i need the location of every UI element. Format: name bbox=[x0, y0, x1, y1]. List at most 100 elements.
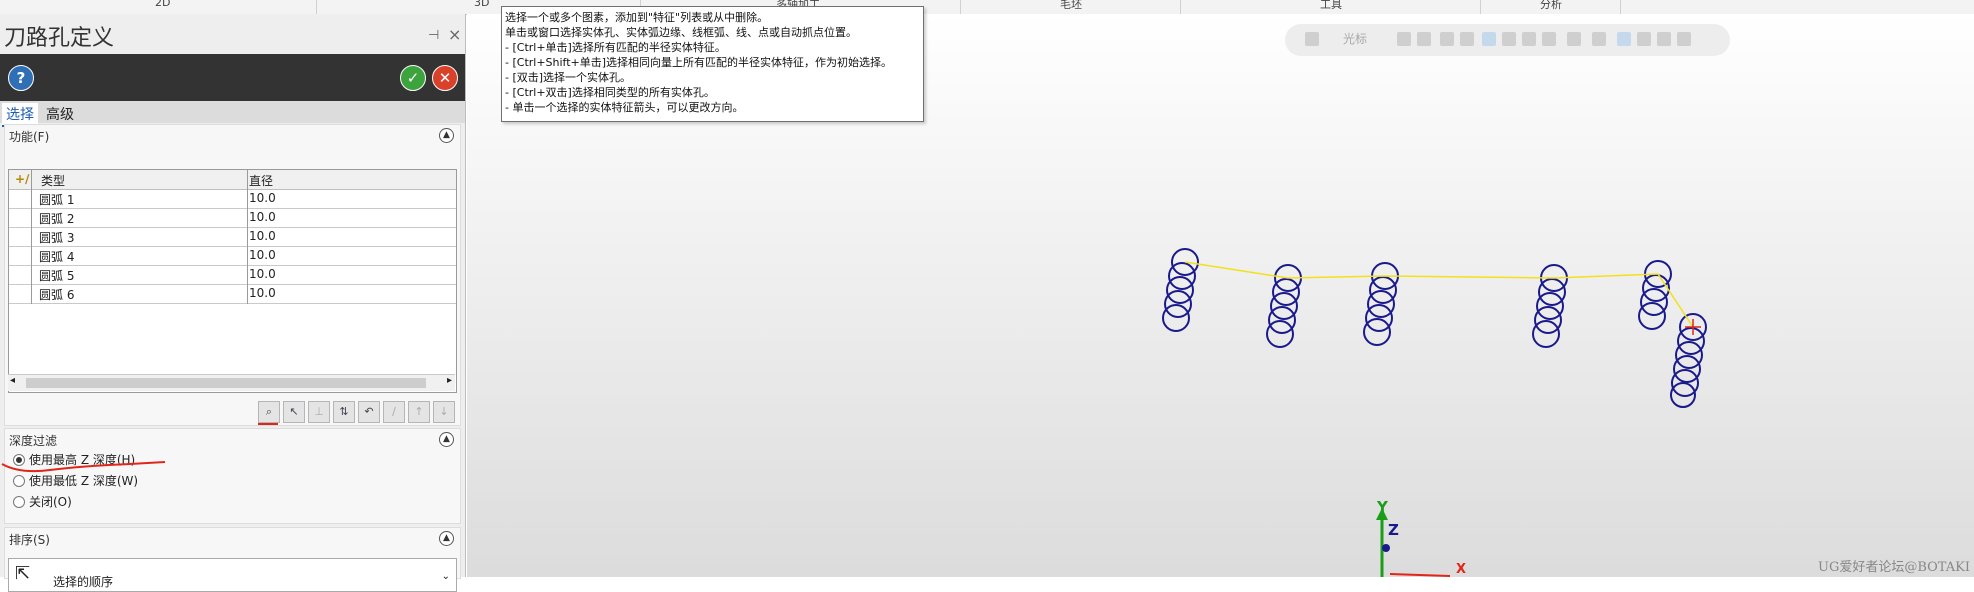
panel-tabs: 选择 高级 bbox=[0, 101, 465, 127]
add-feature-icon[interactable]: +∕ bbox=[15, 172, 29, 186]
table-row[interactable]: 圆弧 2 10.0 bbox=[9, 208, 456, 228]
chain-icon[interactable] bbox=[1567, 32, 1581, 46]
scroll-right-icon[interactable]: ▸ bbox=[447, 375, 452, 386]
edit-feature-icon[interactable]: ∕ bbox=[383, 401, 405, 423]
select-arrow-icon[interactable] bbox=[1440, 32, 1454, 46]
tooltip-line: - [Ctrl+单击]选择所有匹配的半径实体特征。 bbox=[505, 41, 726, 54]
ribbon-tab-3d[interactable]: 3D bbox=[474, 0, 489, 9]
cursor-arrow-icon: ⇱ bbox=[15, 563, 31, 584]
collapse-up-icon[interactable]: ▲ bbox=[439, 531, 454, 546]
ribbon-separator bbox=[316, 0, 317, 14]
cursor-mode-label[interactable]: 光标 bbox=[1343, 30, 1367, 47]
z-axis-dot bbox=[1382, 544, 1390, 552]
horizontal-scrollbar[interactable]: ◂ ▸ bbox=[8, 374, 455, 391]
grid-divider bbox=[31, 170, 32, 304]
row-type: 圆弧 1 bbox=[39, 193, 75, 207]
solid-select-icon[interactable] bbox=[1482, 32, 1496, 46]
x-axis-line bbox=[1389, 573, 1451, 577]
reselect-icon[interactable]: ↖ bbox=[283, 401, 305, 423]
reverse-direction-icon[interactable]: ⇅ bbox=[333, 401, 355, 423]
table-row[interactable]: 圆弧 1 10.0 bbox=[9, 189, 456, 209]
y-axis-label: Y bbox=[1377, 498, 1388, 516]
depth-filter-section: 深度过滤 ▲ 使用最高 Z 深度(H) 使用最低 Z 深度(W) 关闭(O) bbox=[4, 428, 461, 524]
sort-order-value: 选择的顺序 bbox=[53, 575, 114, 589]
row-diameter: 10.0 bbox=[249, 210, 276, 224]
collapse-up-icon[interactable]: ▲ bbox=[439, 432, 454, 447]
verify-icon[interactable] bbox=[1542, 32, 1556, 46]
ribbon-tab-strip: 2D 3D 多轴加工 毛坯 工具 分析 bbox=[0, 0, 1974, 15]
clear-select-icon[interactable] bbox=[1637, 32, 1651, 46]
tab-advanced[interactable]: 高级 bbox=[42, 103, 78, 125]
radio-lowest-z[interactable] bbox=[13, 475, 25, 487]
select-all-icon[interactable] bbox=[1460, 32, 1474, 46]
table-row[interactable]: 圆弧 5 10.0 bbox=[9, 265, 456, 285]
tooltip-line: 选择一个或多个图素，添加到"特征"列表或从中删除。 bbox=[505, 11, 769, 24]
hole-ring bbox=[1266, 320, 1294, 348]
settings-icon[interactable] bbox=[1677, 32, 1691, 46]
feature-grid: +∕ 类型 直径 圆弧 1 10.0 圆弧 2 10.0 圆弧 3 10.0 圆弧 4… bbox=[8, 169, 457, 393]
ribbon-separator bbox=[1480, 0, 1481, 14]
collapse-up-icon[interactable]: ▲ bbox=[439, 128, 454, 143]
face-select-icon[interactable] bbox=[1502, 32, 1516, 46]
toolpath-line bbox=[1184, 261, 1694, 328]
scroll-thumb[interactable] bbox=[26, 378, 426, 388]
table-row[interactable]: 圆弧 4 10.0 bbox=[9, 246, 456, 266]
snap-icon[interactable] bbox=[1417, 32, 1431, 46]
ribbon-separator bbox=[960, 0, 961, 14]
refresh-icon[interactable] bbox=[1657, 32, 1671, 46]
scroll-left-icon[interactable]: ◂ bbox=[10, 375, 15, 386]
row-type: 圆弧 5 bbox=[39, 269, 75, 283]
ok-button[interactable]: ✓ bbox=[400, 65, 426, 91]
radio-off[interactable] bbox=[13, 496, 25, 508]
move-down-icon[interactable]: ↓ bbox=[433, 401, 455, 423]
help-button[interactable]: ? bbox=[8, 65, 34, 91]
row-diameter: 10.0 bbox=[249, 267, 276, 281]
tooltip-line: - [Ctrl+Shift+单击]选择相同向量上所有匹配的半径实体特征，作为初始… bbox=[505, 56, 893, 69]
column-header-diameter[interactable]: 直径 bbox=[249, 172, 273, 189]
close-icon[interactable]: × bbox=[448, 25, 461, 44]
row-diameter: 10.0 bbox=[249, 248, 276, 262]
highlight-icon[interactable] bbox=[1617, 32, 1631, 46]
column-header-type[interactable]: 类型 bbox=[41, 172, 65, 189]
row-diameter: 10.0 bbox=[249, 191, 276, 205]
ribbon-separator bbox=[1620, 0, 1621, 14]
table-row[interactable]: 圆弧 3 10.0 bbox=[9, 227, 456, 247]
hole-ring bbox=[1532, 320, 1560, 348]
ribbon-tab-analysis[interactable]: 分析 bbox=[1540, 0, 1562, 12]
start-point-marker bbox=[1685, 319, 1701, 335]
table-row[interactable]: 圆弧 6 10.0 bbox=[9, 284, 456, 304]
depth-filter-title: 深度过滤 bbox=[9, 434, 58, 448]
undo-icon[interactable]: ↶ bbox=[358, 401, 380, 423]
hole-geometry bbox=[1162, 248, 1707, 408]
cancel-button[interactable]: ✕ bbox=[432, 65, 458, 91]
radio-off-label[interactable]: 关闭(O) bbox=[29, 493, 72, 510]
ribbon-tab-stock[interactable]: 毛坯 bbox=[1060, 0, 1082, 12]
sort-section-title: 排序(S) bbox=[9, 533, 50, 547]
coordinate-icon[interactable] bbox=[1397, 32, 1411, 46]
sort-order-select[interactable]: ⇱ 选择的顺序 ⌄ bbox=[8, 558, 457, 592]
hole-ring bbox=[1638, 302, 1666, 330]
x-axis-label: X bbox=[1456, 562, 1467, 577]
tooltip-line: - [Ctrl+双击]选择相同类型的所有实体孔。 bbox=[505, 86, 715, 99]
body-select-icon[interactable] bbox=[1522, 32, 1536, 46]
save-icon[interactable] bbox=[1305, 32, 1319, 46]
row-type: 圆弧 4 bbox=[39, 250, 75, 264]
viewport-toolbar: 光标 bbox=[1285, 24, 1730, 56]
selection-tooltip: 选择一个或多个图素，添加到"特征"列表或从中删除。 单击或窗口选择实体孔、实体弧… bbox=[501, 6, 924, 122]
hole-ring bbox=[1162, 304, 1190, 332]
align-icon[interactable]: ⊥ bbox=[308, 401, 330, 423]
grid-icon[interactable] bbox=[1592, 32, 1606, 46]
move-up-icon[interactable]: ↑ bbox=[408, 401, 430, 423]
row-diameter: 10.0 bbox=[249, 286, 276, 300]
ribbon-tab-tools[interactable]: 工具 bbox=[1320, 0, 1342, 12]
ribbon-tab-2d[interactable]: 2D bbox=[155, 0, 170, 9]
ribbon-separator bbox=[1180, 0, 1181, 14]
pin-icon[interactable]: ⊣ bbox=[428, 28, 439, 43]
tooltip-line: 单击或窗口选择实体孔、实体弧边缘、线框弧、线、点或自动抓点位置。 bbox=[505, 26, 857, 39]
panel-action-bar: ? ✓ ✕ bbox=[0, 54, 465, 101]
row-type: 圆弧 6 bbox=[39, 288, 75, 302]
grid-divider bbox=[247, 170, 248, 304]
select-feature-icon[interactable]: ⌕ bbox=[258, 401, 280, 423]
row-diameter: 10.0 bbox=[249, 229, 276, 243]
row-type: 圆弧 3 bbox=[39, 231, 75, 245]
